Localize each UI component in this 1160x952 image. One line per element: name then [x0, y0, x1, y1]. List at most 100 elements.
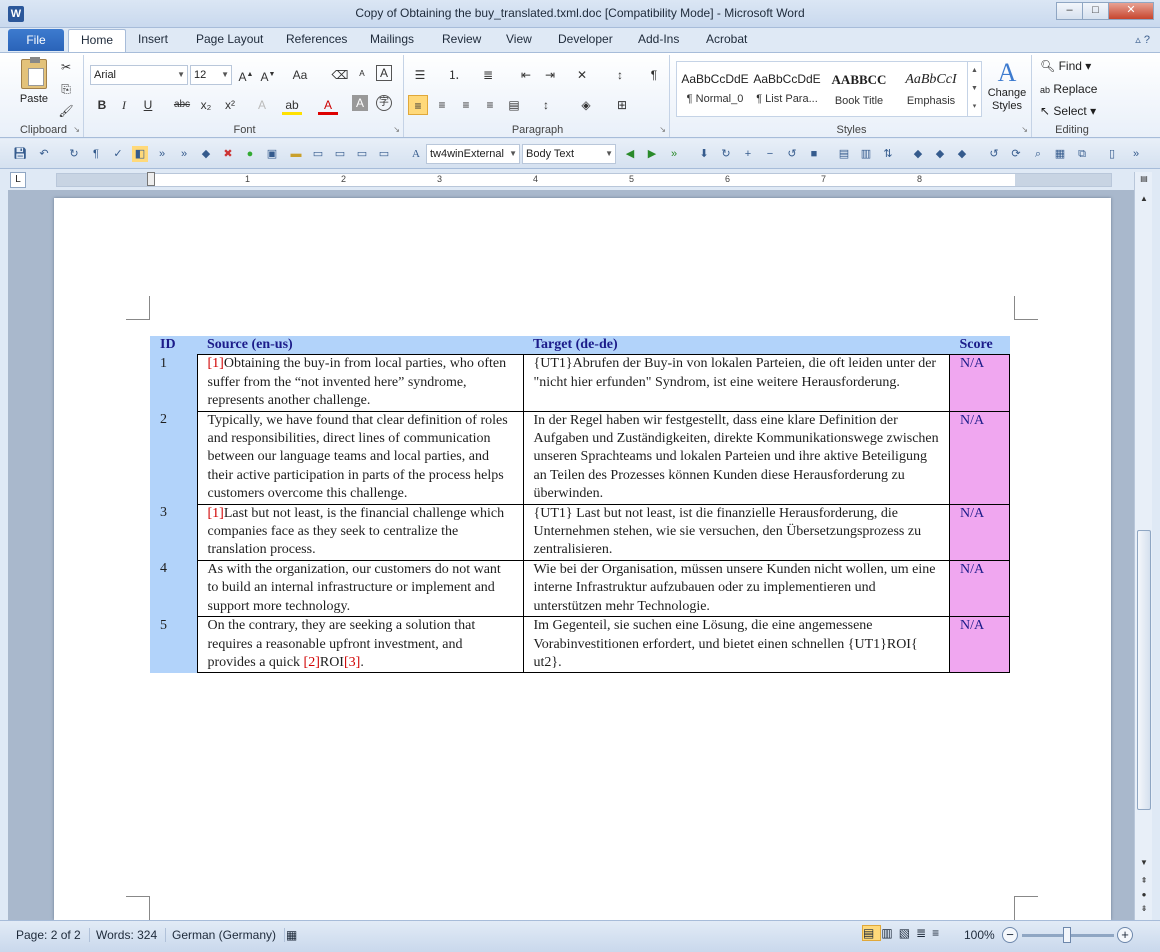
- style-combo-external[interactable]: tw4winExternal ▼: [426, 144, 520, 164]
- ruler-toggle-icon[interactable]: ▤: [1135, 174, 1153, 183]
- word-count[interactable]: Words: 324: [88, 928, 167, 942]
- cut-icon[interactable]: ✂: [56, 57, 76, 77]
- nav-left-icon[interactable]: ◆: [910, 146, 926, 162]
- browse-object-icon[interactable]: ●: [1135, 890, 1153, 899]
- source-cell[interactable]: [1]Obtaining the buy-in from local parti…: [196, 354, 524, 412]
- superscript-icon[interactable]: x²: [220, 95, 240, 115]
- tw4win-tool3-icon[interactable]: ▭: [354, 146, 370, 162]
- nav-right-icon[interactable]: ◆: [954, 146, 970, 162]
- draft-view-icon[interactable]: ≡: [932, 926, 945, 940]
- toolbar-overflow-icon[interactable]: »: [1128, 146, 1144, 162]
- numbering-icon[interactable]: ⒈: [444, 65, 464, 85]
- style-normal[interactable]: AaBbCcDdE ¶ Normal_0: [679, 66, 751, 114]
- font-color-icon[interactable]: A: [318, 95, 338, 115]
- underline-icon[interactable]: U: [138, 95, 158, 115]
- spelling-icon[interactable]: ✓: [110, 146, 126, 162]
- phonetic-guide-icon[interactable]: ᴬ: [352, 65, 372, 85]
- tw4win-next-icon[interactable]: »: [176, 146, 192, 162]
- tab-page-layout[interactable]: Page Layout: [196, 32, 263, 46]
- rotate-icon[interactable]: ↺: [986, 146, 1002, 162]
- style-combo-body-text[interactable]: Body Text ▼: [522, 144, 616, 164]
- target-cell[interactable]: {UT1}Abrufen der Buy-in von lokalen Part…: [522, 354, 950, 412]
- bold-icon[interactable]: B: [92, 95, 112, 115]
- font-name-combo[interactable]: Arial ▼: [90, 65, 188, 85]
- minus-icon[interactable]: −: [762, 146, 778, 162]
- score-cell[interactable]: N/A: [949, 503, 1010, 561]
- tab-review[interactable]: Review: [442, 32, 481, 46]
- tw4win-tool2-icon[interactable]: ▭: [332, 146, 348, 162]
- nav-down-icon[interactable]: ◆: [932, 146, 948, 162]
- translation-table[interactable]: ID Source (en-us) Target (de-de) Score 1…: [150, 336, 1010, 674]
- target-cell[interactable]: {UT1} Last but not least, ist die finanz…: [522, 503, 950, 561]
- tw4win-glossary-icon[interactable]: ●: [242, 146, 258, 162]
- save-icon[interactable]: 💾︎: [12, 146, 28, 162]
- style-emphasis[interactable]: AaBbCcI Emphasis: [895, 66, 967, 114]
- target-cell[interactable]: Im Gegenteil, sie suchen eine Lösung, di…: [522, 616, 950, 674]
- style-a-icon[interactable]: A: [408, 146, 424, 162]
- distributed-icon[interactable]: ▤: [504, 95, 524, 115]
- shading-icon[interactable]: ◈: [576, 95, 596, 115]
- tw4win-tool1-icon[interactable]: ▭: [310, 146, 326, 162]
- target-cell[interactable]: In der Regel haben wir festgestellt, das…: [522, 410, 950, 505]
- grow-font-icon[interactable]: A▲: [236, 65, 256, 85]
- score-cell[interactable]: N/A: [949, 410, 1010, 505]
- find-button[interactable]: 🔍︎ Find ▾: [1040, 59, 1091, 73]
- tab-home[interactable]: Home: [68, 29, 127, 53]
- copy-icon[interactable]: ⎘: [56, 79, 76, 99]
- zoom-icon[interactable]: ⌕: [1030, 146, 1046, 162]
- styles-launcher-icon[interactable]: ↘: [1021, 125, 1028, 134]
- language-indicator[interactable]: German (Germany): [164, 928, 286, 942]
- stop-icon[interactable]: ■: [806, 146, 822, 162]
- tw4win-tool4-icon[interactable]: ▭: [376, 146, 392, 162]
- tab-mailings[interactable]: Mailings: [370, 32, 414, 46]
- table-row[interactable]: 1 [1]Obtaining the buy-in from local par…: [150, 354, 1010, 412]
- source-cell[interactable]: As with the organization, our customers …: [196, 559, 524, 618]
- source-cell[interactable]: On the contrary, they are seeking a solu…: [196, 616, 524, 674]
- arrow-down-blue-icon[interactable]: ⬇: [696, 146, 712, 162]
- scroll-up-arrow[interactable]: ▲: [1135, 194, 1153, 203]
- tab-insert[interactable]: Insert: [138, 32, 168, 46]
- arrow-double-green-icon[interactable]: »: [666, 146, 682, 162]
- source-cell[interactable]: Typically, we have found that clear defi…: [196, 410, 524, 505]
- clear-formatting-icon[interactable]: ⌫: [330, 65, 350, 85]
- tab-file[interactable]: File: [8, 29, 64, 51]
- table-row[interactable]: 5 On the contrary, they are seeking a so…: [150, 616, 1010, 674]
- sync-icon[interactable]: ⟳: [1008, 146, 1024, 162]
- format-painter-icon[interactable]: 🖌: [56, 101, 76, 121]
- table-row[interactable]: 3 [1]Last but not least, is the financia…: [150, 503, 1010, 561]
- print-layout-view-icon[interactable]: ▤: [862, 925, 882, 941]
- line-spacing-icon[interactable]: ↕: [536, 95, 556, 115]
- document-page[interactable]: ID Source (en-us) Target (de-de) Score 1…: [54, 198, 1111, 920]
- view-list-icon[interactable]: ▤: [836, 146, 852, 162]
- pilcrow-icon[interactable]: ¶: [88, 146, 104, 162]
- tw4win-open-icon[interactable]: ◧: [132, 146, 148, 162]
- replace-button[interactable]: ab Replace: [1040, 82, 1097, 96]
- scroll-down-arrow[interactable]: ▼: [1135, 858, 1153, 867]
- full-screen-reading-icon[interactable]: ▥: [881, 926, 898, 940]
- indent-marker[interactable]: [147, 172, 155, 186]
- bullets-icon[interactable]: ☰: [410, 65, 430, 85]
- change-case-icon[interactable]: Aa: [290, 65, 310, 85]
- plus-icon[interactable]: +: [740, 146, 756, 162]
- sort-icon[interactable]: ↕: [610, 65, 630, 85]
- increase-indent-icon[interactable]: ⇥: [540, 65, 560, 85]
- style-list-paragraph[interactable]: AaBbCcDdE ¶ List Para...: [751, 66, 823, 114]
- decrease-indent-icon[interactable]: ⇤: [516, 65, 536, 85]
- refresh-icon[interactable]: ↻: [718, 146, 734, 162]
- multilevel-list-icon[interactable]: ≣: [478, 65, 498, 85]
- shrink-font-icon[interactable]: A▼: [258, 65, 278, 85]
- table-icon[interactable]: ▦: [1052, 146, 1068, 162]
- score-cell[interactable]: N/A: [949, 616, 1010, 674]
- target-cell[interactable]: Wie bei der Organisation, müssen unsere …: [522, 559, 950, 618]
- view-columns-icon[interactable]: ▥: [858, 146, 874, 162]
- zoom-out-button[interactable]: −: [1002, 927, 1018, 943]
- align-left-icon[interactable]: ≡: [408, 95, 428, 115]
- character-border-icon[interactable]: A: [376, 65, 392, 81]
- borders-icon[interactable]: ⊞: [612, 95, 632, 115]
- tab-add-ins[interactable]: Add-Ins: [638, 32, 679, 46]
- tab-selector-icon[interactable]: L: [10, 172, 26, 188]
- tab-developer[interactable]: Developer: [558, 32, 613, 46]
- zoom-level[interactable]: 100%: [964, 928, 995, 942]
- zoom-in-button[interactable]: +: [1117, 927, 1133, 943]
- clipboard-small-icon[interactable]: ▯: [1104, 146, 1120, 162]
